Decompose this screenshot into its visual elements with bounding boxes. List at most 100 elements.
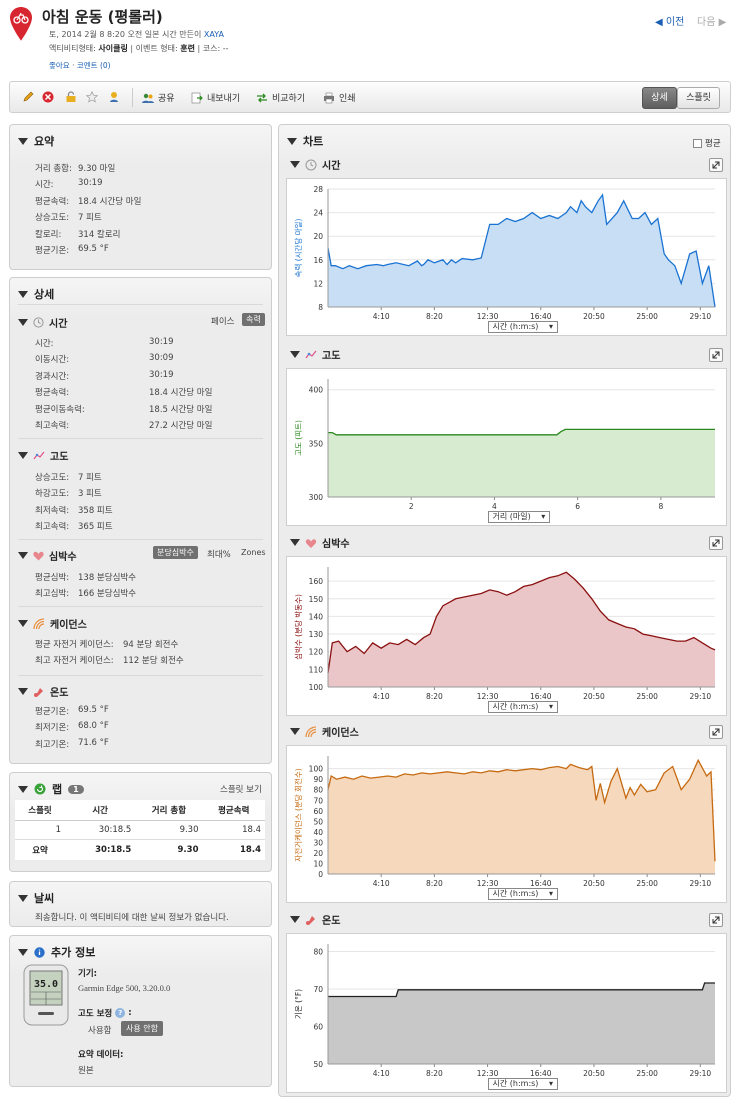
expand-chart-icon[interactable] — [709, 348, 723, 362]
favorite-star-icon[interactable] — [86, 91, 98, 103]
event-type[interactable]: 훈련 — [180, 44, 195, 53]
stat-label: 평균속력: — [35, 388, 70, 399]
chart-title: 고도 — [322, 351, 341, 362]
y-tick-label: 100 — [309, 683, 324, 692]
lap-header-cell[interactable]: 시간 — [65, 800, 136, 821]
x-tick-label: 25:00 — [636, 1069, 658, 1078]
cadence-icon — [305, 725, 317, 737]
badge-icon[interactable] — [108, 91, 120, 103]
comment-link[interactable]: 코멘트 (0) — [77, 61, 111, 70]
expand-chart-icon[interactable] — [709, 536, 723, 550]
line-chart[interactable]: 50 60 70 80 4:10 8:20 12:30 16:40 20:50 25:00 29:1… — [287, 934, 728, 1094]
x-axis-select[interactable]: 시간 (h:m:s) ▾ — [487, 1078, 558, 1090]
extra-info-toggle[interactable]: 추가 정보 — [18, 944, 95, 960]
expand-chart-icon[interactable] — [709, 725, 723, 739]
print-icon — [324, 92, 334, 103]
bpm-toggle[interactable]: 분당심박수 — [153, 546, 198, 559]
lap-header-cell[interactable]: 평균속력 — [202, 800, 265, 821]
stat-label: 최고심박: — [35, 589, 70, 600]
split-view-toggle[interactable]: 스플릿 — [677, 87, 720, 109]
line-chart[interactable]: 100 110 120 130 140 150 160 4:10 8:20 12:30 16:40 2… — [287, 557, 728, 717]
x-tick-label: 12:30 — [477, 692, 499, 701]
lock-icon[interactable] — [65, 91, 77, 103]
chart-section-toggle[interactable]: 심박수 — [290, 535, 350, 550]
chevron-down-icon: ▾ — [546, 702, 553, 711]
stat-label: 최고속력: — [35, 522, 70, 533]
author-link[interactable]: XAYA — [204, 30, 224, 39]
next-link[interactable]: 다음 ▶ — [697, 13, 726, 28]
date-line: 토, 2014 2월 8 8:20 오전 일본 시간 만든이 XAYA — [49, 30, 224, 39]
stat-value: 30:19 — [149, 369, 174, 380]
line-chart[interactable]: 8 12 16 20 24 28 4:10 8:20 12:30 16:40 20:50 25:00 2… — [287, 179, 728, 337]
chart-section-toggle[interactable]: 온도 — [290, 912, 340, 927]
temperature-section-toggle[interactable]: 온도 — [18, 684, 68, 699]
chart-title: 온도 — [322, 916, 341, 927]
x-tick-label: 16:40 — [530, 692, 552, 701]
cadence-section-toggle[interactable]: 케이던스 — [18, 616, 87, 631]
lap-header-cell[interactable]: 스플릿 — [15, 800, 66, 821]
charts-toggle[interactable]: 차트 — [287, 133, 323, 149]
activity-meta: 액티비티형태: 사이클링 | 이벤트 형태: 훈련 | 코스: -- — [49, 44, 229, 53]
expand-chart-icon[interactable] — [709, 158, 723, 172]
chart-section-toggle[interactable]: 시간 — [290, 157, 340, 172]
y-tick-label: 80 — [313, 948, 323, 957]
average-checkbox[interactable]: 평균 — [693, 137, 721, 149]
y-tick-label: 50 — [313, 817, 323, 826]
table-row[interactable]: 1 30:18.5 9.30 18.4 — [15, 821, 265, 840]
x-axis-select[interactable]: 시간 (h:m:s) ▾ — [487, 701, 558, 713]
line-chart[interactable]: 300 350 400 2 4 6 8 고도 (피트) — [287, 369, 728, 527]
y-tick-label: 120 — [309, 648, 324, 657]
activity-title[interactable]: 아침 운동 (평롤러) — [42, 6, 163, 27]
line-chart[interactable]: 0 1020 3040 5060 7080 90100 4:10 8:20 12:30 16:40… — [287, 746, 728, 904]
x-axis-select[interactable]: 시간 (h:m:s) ▾ — [487, 888, 558, 900]
activity-header: 아침 운동 (평롤러) 토, 2014 2월 8 8:20 오전 일본 시간 만… — [0, 0, 740, 78]
chart-section-toggle[interactable]: 고도 — [290, 347, 340, 362]
stat-value: 9.30 마일 — [78, 164, 116, 174]
expand-chart-icon[interactable] — [709, 913, 723, 927]
weather-message: 죄송합니다. 이 액티비티에 대한 날씨 정보가 없습니다. — [35, 913, 229, 923]
time-section-toggle[interactable]: 시간 — [18, 315, 67, 330]
elevation-section-toggle[interactable]: 고도 — [18, 448, 68, 463]
x-axis-select[interactable]: 시간 (h:m:s) ▾ — [487, 321, 558, 333]
speed-toggle[interactable]: 속력 — [242, 313, 265, 326]
y-tick-label: 400 — [309, 386, 324, 395]
stat-value: 69.5 °F — [78, 244, 109, 254]
stat-value: 3 피트 — [78, 489, 102, 500]
like-link[interactable]: 좋아요 — [49, 61, 70, 70]
elevation-icon — [305, 350, 317, 358]
compare-button[interactable]: 비교하기 — [256, 91, 305, 104]
x-tick-label: 4:10 — [373, 879, 390, 888]
weather-toggle[interactable]: 날씨 — [18, 890, 54, 906]
y-tick-label: 12 — [313, 279, 323, 288]
elevation-correction-off[interactable]: 사용 안함 — [121, 1021, 163, 1036]
stat-value: 18.5 시간당 마일 — [149, 404, 213, 415]
pace-toggle[interactable]: 페이스 — [211, 315, 234, 327]
collapse-triangle-icon — [18, 948, 28, 956]
heartrate-section-toggle[interactable]: 심박수 — [18, 548, 77, 563]
edit-pencil-icon[interactable] — [22, 91, 34, 103]
split-view-link[interactable]: 스플릿 보기 — [220, 783, 262, 795]
detail-view-toggle[interactable]: 상세 — [642, 87, 677, 109]
x-axis-select[interactable]: 거리 (마일) ▾ — [487, 511, 551, 523]
stat-label: 시간: — [35, 339, 54, 349]
prev-link[interactable]: ◀ 이전 — [655, 13, 684, 28]
clock-icon — [33, 317, 44, 328]
stat-label: 하강고도: — [35, 489, 70, 500]
stat-label: 칼로리: — [35, 229, 62, 240]
zones-toggle[interactable]: Zones — [241, 548, 266, 557]
lap-header-cell[interactable]: 거리 총합 — [135, 800, 203, 821]
stat-label: 평균속력: — [35, 196, 70, 207]
summary-toggle[interactable]: 요약 — [18, 133, 54, 149]
help-icon[interactable]: ? — [115, 1008, 126, 1018]
activity-type[interactable]: 사이클링 — [98, 44, 127, 53]
elevation-correction-on[interactable]: 사용함 — [88, 1024, 111, 1036]
share-button[interactable]: 공유 — [142, 91, 175, 104]
export-button[interactable]: 내보내기 — [191, 91, 240, 104]
details-toggle[interactable]: 상세 — [18, 286, 54, 302]
print-button[interactable]: 인쇄 — [323, 91, 356, 104]
laps-toggle[interactable]: 랩1 — [18, 781, 84, 797]
delete-icon[interactable] — [42, 91, 54, 103]
chart-section-toggle[interactable]: 케이던스 — [290, 724, 359, 739]
chevron-down-icon: ▾ — [538, 512, 546, 521]
max-percent-toggle[interactable]: 최대% — [207, 548, 231, 560]
